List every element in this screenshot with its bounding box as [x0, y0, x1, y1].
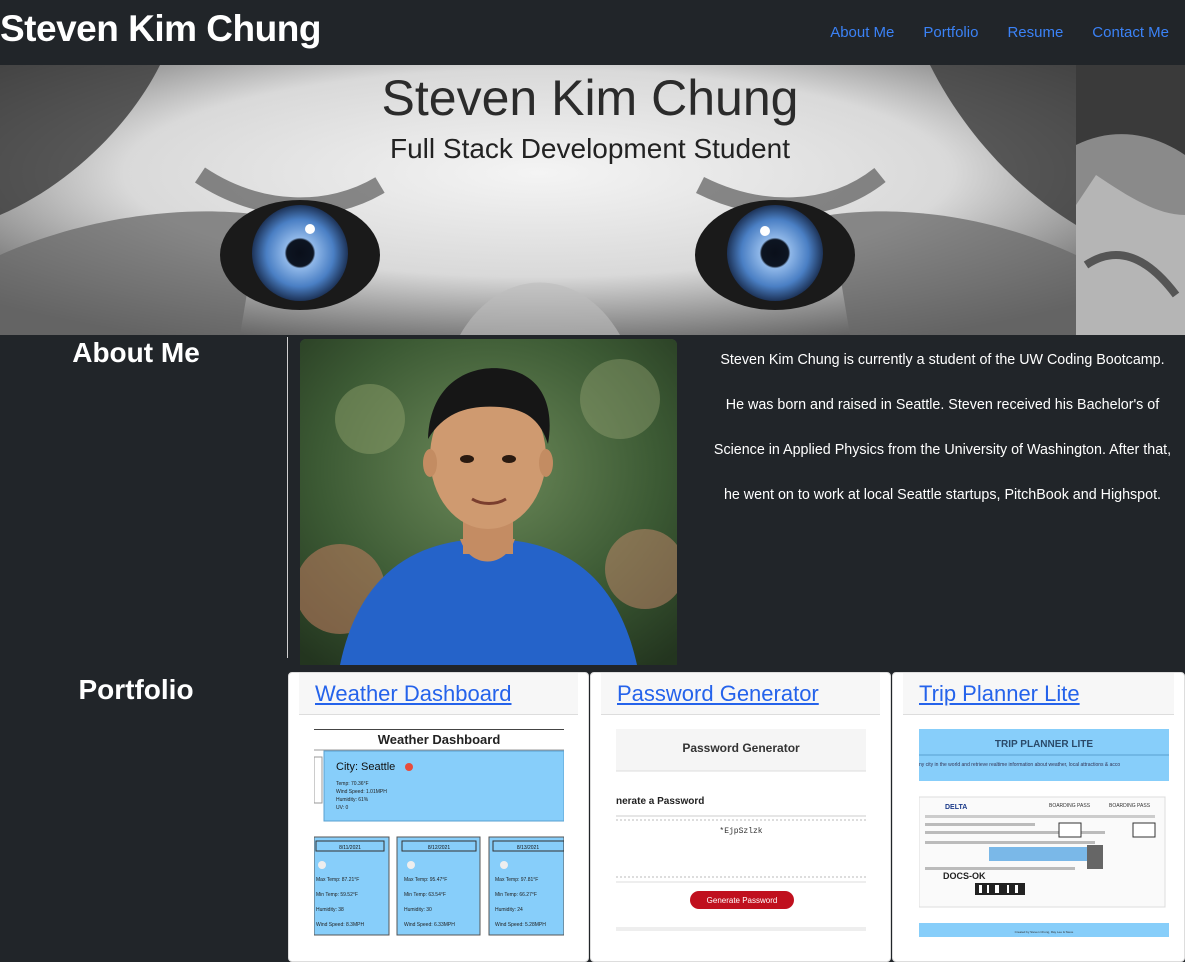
- password-shot-value: *EjpSzlzk: [719, 827, 762, 836]
- forecast-line: Max Temp: 97.81°F: [495, 877, 538, 883]
- forecast-line: Min Temp: 63.54°F: [404, 892, 446, 898]
- weather-screenshot-art: Weather Dashboard City: Seattle Temp: 70…: [314, 729, 564, 939]
- weather-dashboard-screenshot[interactable]: Weather Dashboard City: Seattle Temp: 70…: [314, 729, 564, 939]
- trip-shot-airline: DELTA: [945, 804, 967, 811]
- navbar-brand[interactable]: Steven Kim Chung: [0, 8, 321, 50]
- weather-shot-line: Humidity: 61%: [336, 797, 369, 803]
- password-shot-header: Password Generator: [682, 741, 800, 755]
- weather-shot-city: City: Seattle: [336, 761, 395, 773]
- password-generator-screenshot[interactable]: Password Generator nerate a Password *Ej…: [616, 729, 866, 939]
- forecast-line: Min Temp: 59.52°F: [316, 892, 358, 898]
- nav-links: About Me Portfolio Resume Contact Me: [830, 24, 1169, 41]
- password-screenshot-art: Password Generator nerate a Password *Ej…: [616, 729, 866, 939]
- bio-line: Steven Kim Chung is currently a student …: [720, 352, 1165, 368]
- card-header: Weather Dashboard: [299, 673, 578, 715]
- forecast-date: 8/13/2021: [517, 845, 539, 851]
- nav-link-portfolio[interactable]: Portfolio: [923, 24, 978, 41]
- nav-link-resume[interactable]: Resume: [1007, 24, 1063, 41]
- forecast-line: Humidity: 30: [404, 907, 432, 913]
- trip-shot-pass-label-2: BOARDING PASS: [1109, 803, 1151, 809]
- forecast-line: Max Temp: 95.47°F: [404, 877, 447, 883]
- trip-planner-screenshot[interactable]: TRIP PLANNER LITE ny city in the world a…: [919, 729, 1169, 939]
- forecast-line: Wind Speed: 8.3MPH: [316, 922, 364, 928]
- bio-line: Science in Applied Physics from the Univ…: [713, 442, 1172, 458]
- forecast-line: Humidity: 24: [495, 907, 523, 913]
- forecast-line: Max Temp: 87.21°F: [316, 877, 359, 883]
- bio-line: He was born and raised in Seattle. Steve…: [725, 397, 1160, 413]
- project-card-password-generator: Password Generator Password Generator ne…: [590, 672, 891, 962]
- portfolio-heading: Portfolio: [78, 674, 194, 705]
- card-header: Password Generator: [601, 673, 880, 715]
- section-divider: [287, 337, 288, 658]
- password-shot-subheader: nerate a Password: [616, 796, 704, 807]
- hero-subtitle: Full Stack Development Student: [390, 133, 790, 164]
- about-me-heading: About Me: [72, 337, 200, 368]
- bio-text: Steven Kim Chung is currently a student …: [700, 338, 1185, 518]
- bio-line: he went on to work at local Seattle star…: [723, 487, 1162, 503]
- forecast-date: 8/12/2021: [428, 845, 450, 851]
- hero-banner: Steven Kim Chung Full Stack Development …: [0, 65, 1185, 335]
- project-link-trip-planner-lite[interactable]: Trip Planner Lite: [919, 681, 1080, 707]
- weather-shot-line: Wind Speed: 1.01MPH: [336, 789, 387, 795]
- nav-link-about-me[interactable]: About Me: [830, 24, 894, 41]
- forecast-line: Wind Speed: 5.28MPH: [495, 922, 546, 928]
- project-link-password-generator[interactable]: Password Generator: [617, 681, 819, 707]
- weather-shot-line: Temp: 70.36°F: [336, 781, 369, 787]
- nav-link-contact-me[interactable]: Contact Me: [1092, 24, 1169, 41]
- portrait-photo-drawing: [300, 339, 677, 665]
- project-link-weather-dashboard[interactable]: Weather Dashboard: [315, 681, 512, 707]
- trip-shot-tagline: ny city in the world and retrieve realti…: [919, 762, 1120, 768]
- forecast-date: 8/11/2021: [339, 845, 361, 851]
- trip-shot-header: TRIP PLANNER LITE: [995, 739, 1093, 750]
- trip-screenshot-art: TRIP PLANNER LITE ny city in the world a…: [919, 729, 1169, 939]
- forecast-line: Humidity: 38: [316, 907, 344, 913]
- weather-shot-header: Weather Dashboard: [378, 732, 501, 747]
- trip-shot-docs: DOCS-OK: [943, 871, 986, 881]
- forecast-line: Wind Speed: 6.33MPH: [404, 922, 455, 928]
- trip-shot-footer: Created by Steven Chung, Ray Lee & Steve: [1015, 930, 1074, 934]
- password-shot-button: Generate Password: [707, 896, 778, 905]
- hero-title: Steven Kim Chung: [381, 70, 799, 126]
- project-card-trip-planner-lite: Trip Planner Lite TRIP PLANNER LITE ny c…: [892, 672, 1185, 962]
- project-card-weather-dashboard: Weather Dashboard Weather Dashboard City…: [288, 672, 589, 962]
- weather-shot-line: UV: 0: [336, 805, 349, 811]
- navbar: Steven Kim Chung About Me Portfolio Resu…: [0, 0, 1185, 65]
- portrait-photo: [300, 339, 677, 665]
- trip-shot-pass-label: BOARDING PASS: [1049, 803, 1091, 809]
- card-header: Trip Planner Lite: [903, 673, 1174, 715]
- forecast-line: Min Temp: 66.27°F: [495, 892, 537, 898]
